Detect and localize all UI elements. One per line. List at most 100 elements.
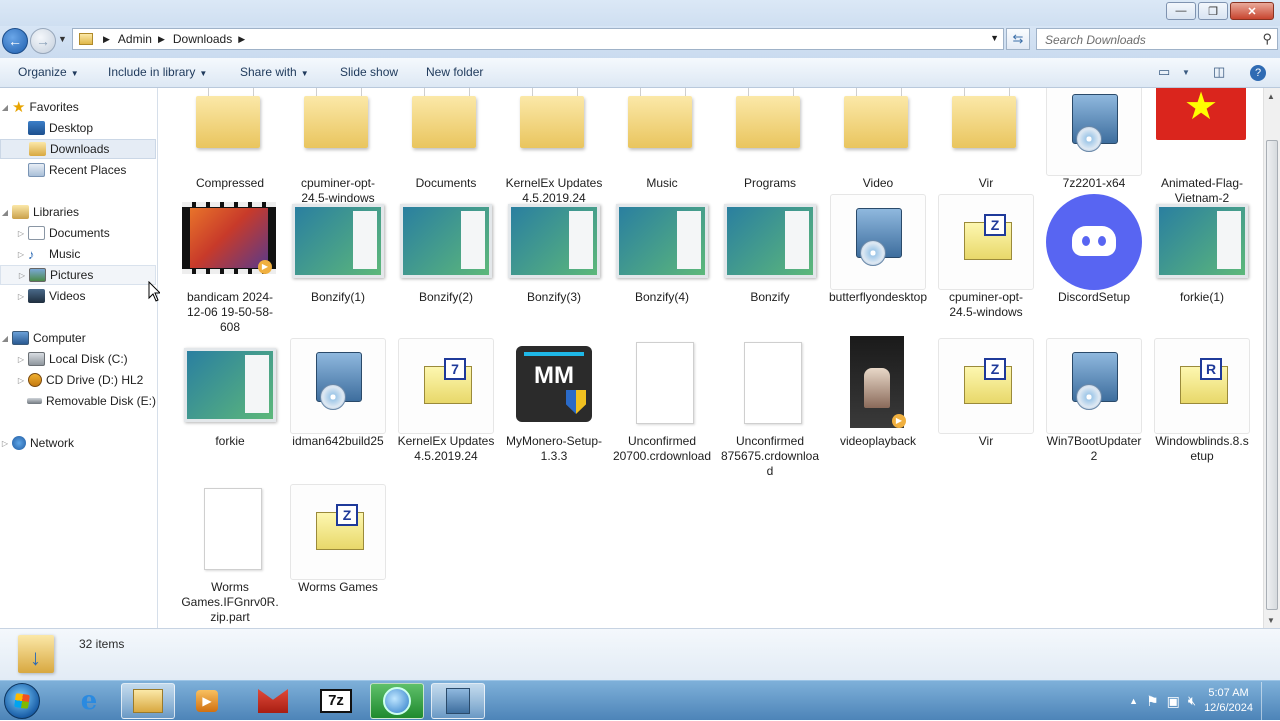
nav-documents[interactable]: ▷ Documents [0, 223, 156, 243]
expand-icon[interactable]: ▷ [16, 250, 26, 259]
expand-icon[interactable]: ▷ [17, 271, 27, 280]
forward-button[interactable]: → [30, 28, 56, 54]
file-item[interactable]: Bonzify(4) [610, 194, 714, 305]
file-item[interactable]: forkie(1) [1150, 194, 1254, 305]
scrollbar-thumb[interactable] [1266, 140, 1278, 610]
collapse-icon[interactable]: ◢ [0, 334, 10, 343]
file-item[interactable]: Video [826, 88, 930, 191]
file-item[interactable]: 7 KernelEx Updates 4.5.2019.24 [394, 338, 498, 464]
file-item[interactable]: Programs [718, 88, 822, 191]
file-item[interactable]: forkie [178, 338, 282, 449]
nav-music[interactable]: ▷ ♪ Music [0, 244, 156, 264]
nav-network[interactable]: ▷ Network [0, 433, 156, 453]
nav-desktop[interactable]: Desktop [0, 118, 156, 138]
nav-pictures[interactable]: ▷ Pictures [0, 265, 156, 285]
nav-downloads[interactable]: Downloads [0, 139, 156, 159]
expand-icon[interactable]: ▷ [16, 292, 26, 301]
file-item[interactable]: Documents [394, 88, 498, 191]
show-desktop-button[interactable] [1261, 682, 1274, 720]
preview-pane-icon[interactable]: ◫ [1213, 64, 1225, 80]
taskbar-internet-explorer[interactable]: e [62, 683, 116, 719]
expand-icon[interactable]: ▷ [16, 355, 26, 364]
scroll-down-icon[interactable]: ▼ [1267, 616, 1275, 625]
expand-icon[interactable]: ▷ [16, 376, 26, 385]
file-item[interactable]: Win7BootUpdater2 [1042, 338, 1146, 464]
nav-libraries[interactable]: ◢ Libraries [0, 202, 156, 222]
volume-muted-icon[interactable]: 🔇︎ [1188, 693, 1196, 709]
minimize-button[interactable]: — [1166, 2, 1196, 20]
close-button[interactable]: ✕ [1230, 2, 1274, 20]
breadcrumb-arrow-icon[interactable]: ▶ [238, 34, 245, 45]
breadcrumb-downloads[interactable]: Downloads [173, 32, 232, 46]
slide-show-button[interactable]: Slide show [340, 65, 398, 79]
taskbar-updater[interactable] [370, 683, 424, 719]
file-item[interactable]: ▶ bandicam 2024-12-06 19-50-58-608 [178, 194, 282, 335]
file-item[interactable]: MM MyMonero-Setup-1.3.3 [502, 338, 606, 464]
back-button[interactable]: ← [2, 28, 28, 54]
taskbar-7zip[interactable]: 7z [309, 683, 363, 719]
organize-menu[interactable]: Organize ▼ [18, 65, 79, 79]
clock[interactable]: 5:07 AM 12/6/2024 [1204, 686, 1253, 716]
taskbar-media-player[interactable]: ▶ [180, 683, 234, 719]
address-bar[interactable]: ▶ Admin ▶ Downloads ▶ ▼ [72, 28, 1004, 50]
view-dropdown-icon[interactable]: ▼ [1182, 68, 1190, 77]
include-in-library-menu[interactable]: Include in library ▼ [108, 65, 207, 79]
file-item[interactable]: Bonzify(2) [394, 194, 498, 305]
breadcrumb-arrow-icon[interactable]: ▶ [103, 34, 110, 45]
file-item[interactable]: Z Vir [934, 338, 1038, 449]
file-item[interactable]: DiscordSetup [1042, 194, 1146, 305]
breadcrumb-admin[interactable]: Admin [118, 32, 152, 46]
expand-icon[interactable]: ▷ [16, 229, 26, 238]
file-item[interactable]: ▶ videoplayback [826, 336, 930, 449]
nav-computer[interactable]: ◢ Computer [0, 328, 156, 348]
file-item[interactable]: Unconfirmed 875675.crdownload [718, 338, 822, 479]
collapse-icon[interactable]: ◢ [0, 208, 10, 217]
file-item[interactable]: Bonzify(3) [502, 194, 606, 305]
recent-pages-dropdown-icon[interactable]: ▼ [58, 34, 67, 44]
file-item[interactable]: Worms Games.IFGnrv0R.zip.part [178, 484, 282, 625]
nav-local-disk[interactable]: ▷ Local Disk (C:) [0, 349, 156, 369]
view-options-icon[interactable]: ▭ [1158, 64, 1170, 80]
collapse-icon[interactable]: ◢ [0, 103, 10, 112]
help-icon[interactable]: ? [1250, 65, 1266, 81]
nav-videos[interactable]: ▷ Videos [0, 286, 156, 306]
file-item[interactable]: idman642build25 [286, 338, 390, 449]
file-item[interactable]: cpuminer-opt-24.5-windows [286, 88, 390, 206]
file-item[interactable]: Z Worms Games [286, 484, 390, 595]
file-item[interactable]: R Windowblinds.8.setup [1150, 338, 1254, 464]
file-item[interactable]: Vir [934, 88, 1038, 191]
file-item[interactable]: 7z2201-x64 [1042, 88, 1146, 191]
nav-removable-disk[interactable]: Removable Disk (E:) [0, 391, 156, 411]
share-with-menu[interactable]: Share with ▼ [240, 65, 309, 79]
refresh-button[interactable]: ⇆ [1006, 28, 1030, 50]
taskbar-mail-app[interactable] [246, 683, 300, 719]
address-dropdown-icon[interactable]: ▼ [990, 33, 999, 43]
nav-cd-drive[interactable]: ▷ CD Drive (D:) HL2 [0, 370, 156, 390]
search-icon[interactable]: ⚲ [1262, 31, 1272, 47]
search-input[interactable] [1043, 30, 1247, 50]
file-item[interactable]: Compressed [178, 88, 282, 191]
nav-favorites[interactable]: ◢ ★ Favorites [0, 97, 156, 117]
nav-recent-places[interactable]: Recent Places [0, 160, 156, 180]
breadcrumb-arrow-icon[interactable]: ▶ [158, 34, 165, 45]
search-box[interactable]: ⚲ [1036, 28, 1278, 50]
show-hidden-icons-icon[interactable]: ▲ [1129, 696, 1138, 706]
network-status-icon[interactable]: ▣ [1167, 693, 1180, 710]
vertical-scrollbar[interactable]: ▲ ▼ [1263, 88, 1280, 628]
action-center-flag-icon[interactable]: ⚑ [1146, 693, 1159, 710]
file-item[interactable]: ★ Animated-Flag-Vietnam-2 [1150, 88, 1254, 206]
file-item[interactable]: Music [610, 88, 714, 191]
taskbar-explorer[interactable] [121, 683, 175, 719]
file-item[interactable]: Zcpuminer-opt-24.5-windows [934, 194, 1038, 320]
maximize-button[interactable]: ❐ [1198, 2, 1228, 20]
taskbar-installer[interactable] [431, 683, 485, 719]
file-item[interactable]: KernelEx Updates 4.5.2019.24 [502, 88, 606, 206]
file-item[interactable]: Unconfirmed 20700.crdownload [610, 338, 714, 464]
file-item[interactable]: butterflyondesktop [826, 194, 930, 305]
start-button[interactable] [4, 683, 40, 719]
file-item[interactable]: Bonzify [718, 194, 822, 305]
new-folder-button[interactable]: New folder [426, 65, 483, 79]
file-item[interactable]: Bonzify(1) [286, 194, 390, 305]
scroll-up-icon[interactable]: ▲ [1267, 92, 1275, 101]
expand-icon[interactable]: ▷ [0, 439, 10, 448]
